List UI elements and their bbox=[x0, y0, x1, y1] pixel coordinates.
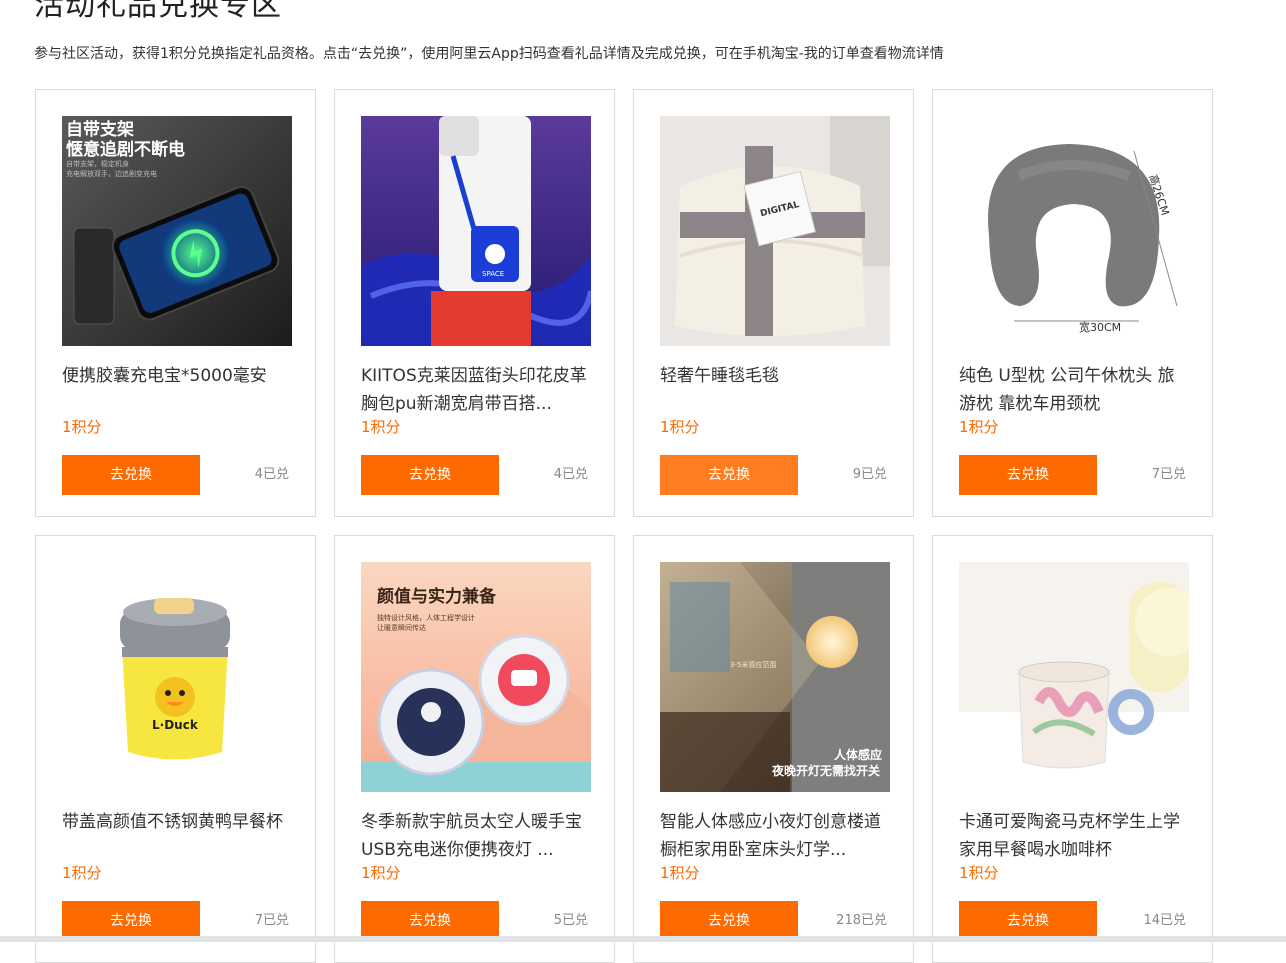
product-name[interactable]: 卡通可爱陶瓷马克杯学生上学家用早餐喝水咖啡杯 bbox=[959, 808, 1191, 864]
product-image-hand-warmer[interactable]: 颜值与实力兼备 独特设计风格，人体工程学设计 让暖意瞬间传达 bbox=[361, 562, 591, 792]
page-description: 参与社区活动，获得1积分兑换指定礼品资格。点击“去兑换”，使用阿里云App扫码查… bbox=[34, 46, 944, 62]
redeem-button[interactable]: 去兑换 bbox=[361, 901, 499, 941]
product-card[interactable]: 3-5米感应范围 人体感应 夜晚开灯无需找开关 智能人体感应小夜灯创意楼道橱柜家… bbox=[633, 535, 914, 963]
redeem-button[interactable]: 去兑换 bbox=[62, 455, 200, 495]
redeemed-count: 4已兑 bbox=[553, 467, 588, 482]
product-image-duck-cup[interactable]: L·Duck bbox=[62, 562, 292, 792]
img-text-2: 惬意追剧不断电 bbox=[66, 139, 185, 160]
img-text-dist: 3-5米感应范围 bbox=[730, 660, 776, 669]
product-card[interactable]: 卡通可爱陶瓷马克杯学生上学家用早餐喝水咖啡杯 1积分 去兑换 14已兑 bbox=[932, 535, 1213, 963]
product-card[interactable]: 自带支架 惬意追剧不断电 自带支架，稳定机身 充电解放双手，边追剧变充电 便携胶… bbox=[35, 89, 316, 517]
product-points: 1积分 bbox=[959, 418, 999, 436]
horizontal-scrollbar[interactable] bbox=[0, 936, 1286, 942]
redeemed-count: 4已兑 bbox=[254, 467, 289, 482]
redeemed-count: 7已兑 bbox=[254, 913, 289, 928]
redeem-button[interactable]: 去兑换 bbox=[959, 901, 1097, 941]
img-text-width: 宽30CM bbox=[1079, 320, 1121, 334]
redeemed-count: 14已兑 bbox=[1143, 913, 1186, 928]
product-image-power-bank[interactable]: 自带支架 惬意追剧不断电 自带支架，稳定机身 充电解放双手，边追剧变充电 bbox=[62, 116, 292, 346]
redeem-button[interactable]: 去兑换 bbox=[62, 901, 200, 941]
product-image-night-light[interactable]: 3-5米感应范围 人体感应 夜晚开灯无需找开关 bbox=[660, 562, 890, 792]
redeem-button[interactable]: 去兑换 bbox=[660, 901, 798, 941]
page-title: 活动礼品兑换专区 bbox=[34, 0, 282, 23]
product-points: 1积分 bbox=[62, 418, 102, 436]
product-name[interactable]: 带盖高颜值不锈钢黄鸭早餐杯 bbox=[62, 808, 294, 836]
img-text-brand: L·Duck bbox=[152, 718, 199, 732]
product-card[interactable]: SPACE KIITOS克莱因蓝街头印花皮革胸包pu新潮宽肩带百搭... 1积分… bbox=[334, 89, 615, 517]
img-text-badge: SPACE bbox=[482, 270, 504, 278]
redeemed-count: 218已兑 bbox=[836, 913, 887, 928]
product-name[interactable]: 轻奢午睡毯毛毯 bbox=[660, 362, 892, 390]
product-card[interactable]: DIGITAL 轻奢午睡毯毛毯 1积分 去兑换 9已兑 bbox=[633, 89, 914, 517]
redeem-button[interactable]: 去兑换 bbox=[660, 455, 798, 495]
redeemed-count: 9已兑 bbox=[852, 467, 887, 482]
product-points: 1积分 bbox=[959, 864, 999, 882]
img-text-1: 自带支架 bbox=[66, 119, 134, 140]
product-card[interactable]: L·Duck 带盖高颜值不锈钢黄鸭早餐杯 1积分 去兑换 7已兑 bbox=[35, 535, 316, 963]
img-text-sub1: 独特设计风格，人体工程学设计 bbox=[377, 613, 475, 622]
product-name[interactable]: 智能人体感应小夜灯创意楼道橱柜家用卧室床头灯学... bbox=[660, 808, 892, 864]
redeem-button[interactable]: 去兑换 bbox=[361, 455, 499, 495]
img-text-sub2: 让暖意瞬间传达 bbox=[377, 623, 426, 632]
product-card[interactable]: 颜值与实力兼备 独特设计风格，人体工程学设计 让暖意瞬间传达 冬季新款宇航员太空… bbox=[334, 535, 615, 963]
redeemed-count: 7已兑 bbox=[1151, 467, 1186, 482]
img-text-3: 自带支架，稳定机身 bbox=[66, 159, 129, 168]
product-points: 1积分 bbox=[660, 864, 700, 882]
product-name[interactable]: 冬季新款宇航员太空人暖手宝 USB充电迷你便携夜灯 ... bbox=[361, 808, 593, 864]
product-image-chest-bag[interactable]: SPACE bbox=[361, 116, 591, 346]
product-name[interactable]: 便携胶囊充电宝*5000毫安 bbox=[62, 362, 294, 390]
product-points: 1积分 bbox=[361, 418, 401, 436]
product-points: 1积分 bbox=[62, 864, 102, 882]
product-image-neck-pillow[interactable]: 高26CM 宽30CM bbox=[959, 116, 1189, 346]
img-text-line2: 夜晚开灯无需找开关 bbox=[771, 763, 880, 778]
product-points: 1积分 bbox=[660, 418, 700, 436]
img-text-headline: 颜值与实力兼备 bbox=[377, 586, 497, 607]
product-image-ceramic-mug[interactable] bbox=[959, 562, 1189, 792]
redeem-button[interactable]: 去兑换 bbox=[959, 455, 1097, 495]
product-card[interactable]: 高26CM 宽30CM 纯色 U型枕 公司午休枕头 旅游枕 靠枕车用颈枕 1积分… bbox=[932, 89, 1213, 517]
product-image-blanket[interactable]: DIGITAL bbox=[660, 116, 890, 346]
img-text-4: 充电解放双手，边追剧变充电 bbox=[66, 169, 157, 178]
product-name[interactable]: KIITOS克莱因蓝街头印花皮革胸包pu新潮宽肩带百搭... bbox=[361, 362, 593, 418]
redeemed-count: 5已兑 bbox=[553, 913, 588, 928]
img-text-line1: 人体感应 bbox=[834, 747, 882, 762]
product-points: 1积分 bbox=[361, 864, 401, 882]
product-name[interactable]: 纯色 U型枕 公司午休枕头 旅游枕 靠枕车用颈枕 bbox=[959, 362, 1191, 418]
